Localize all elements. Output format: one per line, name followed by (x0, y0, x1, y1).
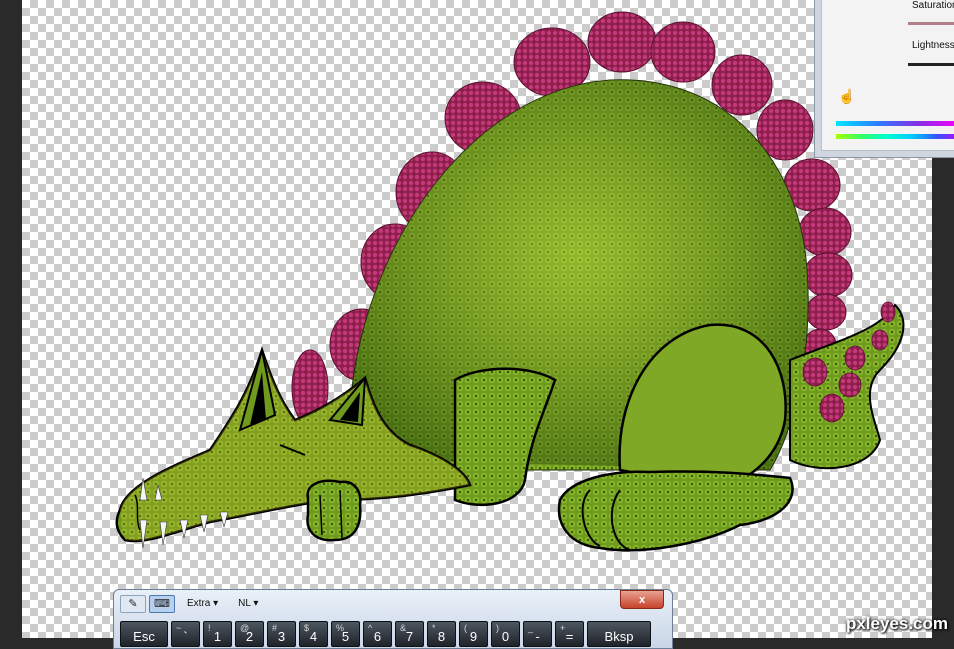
back-foot (557, 470, 794, 552)
key-shift-label: ! (208, 623, 211, 633)
hand-tool-icon[interactable]: ☝ (838, 88, 855, 105)
key-=[interactable]: + = (555, 621, 584, 647)
hue-spectrum-bar-top (836, 121, 954, 126)
dragon-artwork (115, 11, 905, 552)
key-esc[interactable]: Esc (120, 621, 168, 647)
language-menu[interactable]: NL ▾ (238, 598, 258, 609)
key-label: 7 (405, 629, 414, 644)
key-9[interactable]: (9 (459, 621, 488, 647)
key-shift-label: $ (304, 623, 310, 633)
chevron-down-icon: ▾ (213, 598, 219, 609)
keyboard-icon: ⌨ (154, 598, 170, 610)
close-icon: x (638, 593, 646, 606)
osk-toolbar: ✎ ⌨ Extra ▾ NL ▾ (120, 594, 258, 613)
key-8[interactable]: * 8 (427, 621, 456, 647)
key-0[interactable]: ) 0 (491, 621, 520, 647)
extra-menu-label: Extra (187, 598, 211, 609)
on-screen-keyboard[interactable]: ✎ ⌨ Extra ▾ NL ▾ x Esc ~ `! 1 @2 #3 $4% 5 ^ 6 & 7 * 8… (113, 589, 673, 649)
key-6[interactable]: ^ 6 (363, 621, 392, 647)
key-label: 6 (373, 629, 382, 644)
key-shift-label: _ (528, 623, 534, 633)
hue-saturation-content: Saturation: Lightness: ☝ (821, 0, 954, 151)
saturation-label: Saturation: (912, 0, 954, 11)
hue-saturation-dialog: Saturation: Lightness: ☝ (814, 0, 954, 158)
language-menu-label: NL (238, 598, 251, 609)
extra-menu[interactable]: Extra ▾ (187, 598, 218, 609)
key-label: = (565, 629, 574, 644)
key-label: - (535, 629, 540, 644)
key-3[interactable]: #3 (267, 621, 296, 647)
key-label: Bksp (604, 629, 634, 644)
key-label: 0 (501, 629, 510, 644)
key-2[interactable]: @2 (235, 621, 264, 647)
key-shift-label: % (336, 623, 345, 633)
handwriting-mode-button[interactable]: ✎ (120, 594, 146, 613)
key-shift-label: ( (464, 623, 467, 633)
key-shift-label: # (272, 623, 278, 633)
hue-spectrum-bar-bottom (836, 134, 954, 139)
saturation-slider[interactable] (908, 22, 954, 25)
key-backtick[interactable]: ~ ` (171, 621, 200, 647)
front-paw (306, 479, 362, 542)
key-shift-label: + (560, 623, 566, 633)
key-1[interactable]: ! 1 (203, 621, 232, 647)
lightness-slider[interactable] (908, 63, 954, 66)
photoshop-canvas-area[interactable] (0, 0, 954, 638)
key-shift-label: & (400, 623, 407, 633)
key-label: 1 (213, 629, 222, 644)
key-label: ` (183, 629, 188, 644)
close-button[interactable]: x (620, 590, 664, 609)
key-label: Esc (133, 629, 155, 644)
key-shift-label: * (432, 623, 436, 633)
watermark: pxleyes.com (845, 614, 948, 633)
key-5[interactable]: % 5 (331, 621, 360, 647)
key-label: 9 (469, 629, 478, 644)
key-label: 4 (309, 629, 318, 644)
key-label: 3 (277, 629, 286, 644)
key-shift-label: ^ (368, 623, 373, 633)
pen-tablet-icon: ✎ (128, 598, 138, 610)
key-bksp[interactable]: Bksp (587, 621, 651, 647)
key-7[interactable]: & 7 (395, 621, 424, 647)
key--[interactable]: _ - (523, 621, 552, 647)
lightness-label: Lightness: (912, 40, 954, 51)
key-4[interactable]: $4 (299, 621, 328, 647)
key-shift-label: ~ (176, 623, 182, 633)
key-shift-label: ) (496, 623, 499, 633)
key-shift-label: @ (240, 623, 250, 633)
key-row: Esc ~ `! 1 @2 #3 $4% 5 ^ 6 & 7 * 8(9) 0 _ - + = Bksp (120, 621, 651, 647)
keyboard-mode-button[interactable]: ⌨ (149, 594, 175, 613)
chevron-down-icon: ▾ (253, 598, 259, 609)
key-label: 8 (437, 629, 446, 644)
